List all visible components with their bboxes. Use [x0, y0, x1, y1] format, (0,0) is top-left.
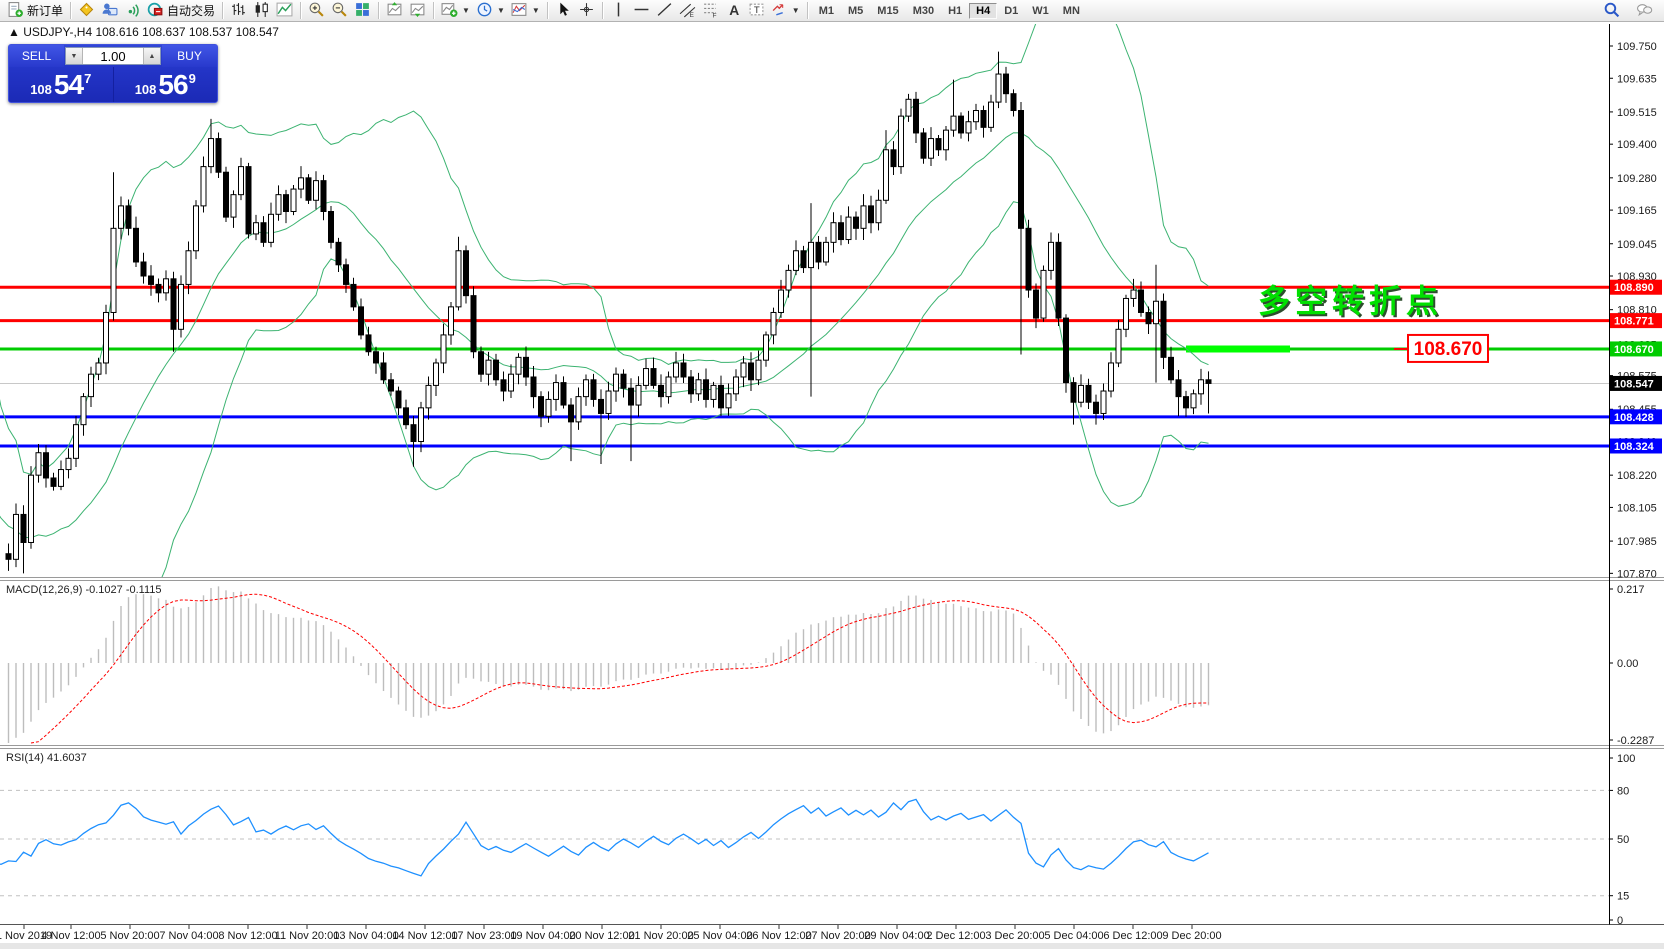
- svg-text:109.635: 109.635: [1617, 73, 1657, 85]
- svg-text:0.00: 0.00: [1617, 658, 1638, 670]
- svg-text:100: 100: [1617, 753, 1635, 765]
- svg-text:3 Dec 20:00: 3 Dec 20:00: [985, 930, 1044, 942]
- window-bottom-strip: [0, 943, 1664, 949]
- volume-value[interactable]: 1.00: [83, 48, 143, 64]
- one-click-trading-panel: SELL ▼ 1.00 ▲ BUY 108547 108569: [8, 44, 218, 103]
- svg-text:0: 0: [1617, 915, 1623, 927]
- svg-text:-0.2287: -0.2287: [1617, 735, 1654, 747]
- svg-text:2 Dec 12:00: 2 Dec 12:00: [926, 930, 985, 942]
- price-callout-text: 108.670: [1414, 339, 1483, 360]
- svg-text:19 Nov 04:00: 19 Nov 04:00: [510, 930, 575, 942]
- svg-text:7 Nov 04:00: 7 Nov 04:00: [159, 930, 218, 942]
- svg-text:6 Dec 12:00: 6 Dec 12:00: [1103, 930, 1162, 942]
- svg-text:109.165: 109.165: [1617, 205, 1657, 217]
- rsi-label: RSI(14) 41.6037: [6, 752, 87, 764]
- svg-text:108.547: 108.547: [1614, 378, 1654, 390]
- svg-text:108.428: 108.428: [1614, 412, 1654, 424]
- annotation-text[interactable]: 多空转折点: [1258, 283, 1443, 319]
- svg-text:26 Nov 12:00: 26 Nov 12:00: [746, 930, 811, 942]
- volume-decrease-button[interactable]: ▼: [66, 48, 83, 64]
- svg-text:108.771: 108.771: [1614, 316, 1654, 328]
- svg-text:14 Nov 12:00: 14 Nov 12:00: [392, 930, 457, 942]
- sell-price-sup: 7: [84, 71, 91, 86]
- svg-text:108.105: 108.105: [1617, 502, 1657, 514]
- svg-text:27 Nov 20:00: 27 Nov 20:00: [805, 930, 870, 942]
- volume-increase-button[interactable]: ▲: [143, 48, 160, 64]
- buy-price-big: 56: [158, 69, 187, 101]
- sell-price-prefix: 108: [30, 82, 52, 97]
- mt4-window: 新订单自动交易▼▼▼EFAT▼M1M5M15M30H1H4D1W1MN SELL…: [0, 0, 1664, 949]
- volume-stepper: ▼ 1.00 ▲: [65, 47, 161, 65]
- svg-text:107.870: 107.870: [1617, 568, 1657, 580]
- svg-text:9 Dec 20:00: 9 Dec 20:00: [1162, 930, 1221, 942]
- svg-text:13 Nov 04:00: 13 Nov 04:00: [333, 930, 398, 942]
- svg-text:107.985: 107.985: [1617, 536, 1657, 548]
- svg-text:109.750: 109.750: [1617, 41, 1657, 53]
- svg-text:109.045: 109.045: [1617, 239, 1657, 251]
- svg-text:21 Nov 20:00: 21 Nov 20:00: [628, 930, 693, 942]
- svg-text:17 Nov 23:00: 17 Nov 23:00: [451, 930, 516, 942]
- svg-text:108.670: 108.670: [1614, 344, 1654, 356]
- macd-label: MACD(12,26,9) -0.1027 -0.1115: [6, 584, 162, 596]
- svg-text:4 Nov 12:00: 4 Nov 12:00: [41, 930, 100, 942]
- svg-text:15: 15: [1617, 891, 1629, 903]
- svg-text:50: 50: [1617, 834, 1629, 846]
- svg-text:80: 80: [1617, 785, 1629, 797]
- buy-price-prefix: 108: [135, 82, 157, 97]
- svg-text:109.515: 109.515: [1617, 107, 1657, 119]
- svg-text:11 Nov 20:00: 11 Nov 20:00: [275, 930, 340, 942]
- svg-text:5 Nov 20:00: 5 Nov 20:00: [100, 930, 159, 942]
- svg-text:8 Nov 12:00: 8 Nov 12:00: [218, 930, 277, 942]
- svg-text:108.890: 108.890: [1614, 282, 1654, 294]
- buy-price-sup: 9: [189, 71, 196, 86]
- sell-price-big: 54: [54, 69, 83, 101]
- sell-button[interactable]: SELL: [9, 45, 64, 67]
- sell-price[interactable]: 108547: [9, 67, 114, 102]
- symbol-header: ▲ USDJPY-,H4 108.616 108.637 108.537 108…: [8, 25, 279, 39]
- svg-text:109.400: 109.400: [1617, 139, 1657, 151]
- buy-button[interactable]: BUY: [162, 45, 217, 67]
- svg-text:0.217: 0.217: [1617, 584, 1645, 596]
- svg-text:29 Nov 04:00: 29 Nov 04:00: [864, 930, 929, 942]
- svg-text:25 Nov 04:00: 25 Nov 04:00: [687, 930, 752, 942]
- svg-text:109.280: 109.280: [1617, 173, 1657, 185]
- chart-canvas[interactable]: 109.750 109.635 109.515 109.400 109.280 109.1…: [0, 0, 1664, 949]
- buy-price[interactable]: 108569: [114, 67, 218, 102]
- svg-text:5 Dec 04:00: 5 Dec 04:00: [1044, 930, 1103, 942]
- svg-text:108.324: 108.324: [1614, 441, 1655, 453]
- svg-text:108.220: 108.220: [1617, 470, 1657, 482]
- svg-text:20 Nov 12:00: 20 Nov 12:00: [569, 930, 634, 942]
